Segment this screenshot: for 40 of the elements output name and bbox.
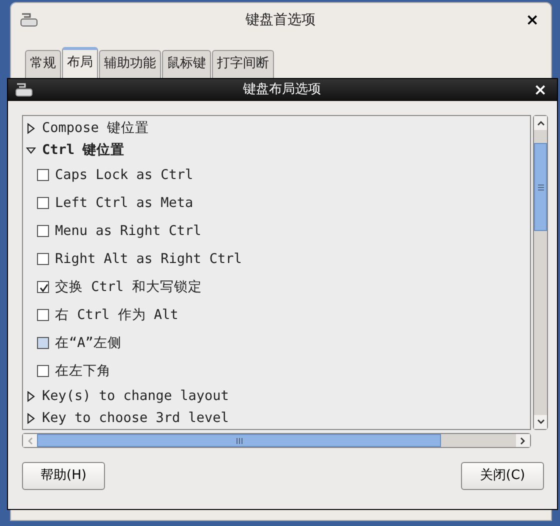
window-title: 键盘首选项 — [244, 10, 316, 30]
collapse-arrow-icon[interactable] — [26, 144, 36, 156]
expand-arrow-icon[interactable] — [26, 412, 36, 424]
checkbox[interactable] — [37, 365, 49, 377]
close-button[interactable]: × — [530, 82, 551, 98]
checkbox[interactable] — [37, 253, 49, 265]
close-button[interactable]: × — [522, 12, 543, 28]
group-label[interactable]: Key to choose 3rd level — [42, 408, 229, 428]
option-label: Left Ctrl as Meta — [55, 194, 194, 213]
horizontal-scrollbar[interactable] — [22, 433, 531, 448]
grip-icon[interactable] — [538, 184, 544, 190]
option-label: Right Alt as Right Ctrl — [55, 250, 242, 269]
close-button[interactable]: 关闭(C) — [461, 462, 544, 490]
group-label[interactable]: Compose 键位置 — [42, 118, 150, 138]
checkbox[interactable] — [37, 337, 49, 349]
dialog-title: 键盘布局选项 — [242, 81, 322, 100]
group-label[interactable]: Ctrl 键位置 — [42, 140, 125, 160]
checkbox[interactable] — [37, 225, 49, 237]
help-button[interactable]: 帮助(H) — [22, 462, 105, 490]
grip-icon[interactable] — [236, 438, 242, 444]
option-label: Menu as Right Ctrl — [55, 222, 202, 241]
keyboard-icon — [14, 82, 34, 98]
vertical-scrollbar[interactable] — [533, 115, 548, 430]
option-label: 在“A”左侧 — [55, 334, 122, 353]
option-label: 右 Ctrl 作为 Alt — [55, 306, 178, 325]
checkbox[interactable] — [37, 197, 49, 209]
checkbox[interactable] — [37, 169, 49, 181]
tab[interactable]: 打字间断 — [212, 50, 274, 78]
expand-arrow-icon[interactable] — [26, 122, 36, 134]
tab[interactable]: 辅助功能 — [99, 50, 161, 78]
tab[interactable]: 常规 — [25, 50, 61, 78]
option-label: 交换 Ctrl 和大写锁定 — [55, 278, 202, 297]
expand-arrow-icon[interactable] — [26, 390, 36, 402]
group-label[interactable]: Key(s) to change layout — [42, 386, 229, 406]
keyboard-icon — [19, 11, 39, 29]
option-label: 在左下角 — [55, 362, 111, 381]
tab[interactable]: 布局 — [62, 47, 98, 78]
tab[interactable]: 鼠标键 — [162, 50, 211, 78]
checkbox[interactable] — [37, 309, 49, 321]
option-label: Caps Lock as Ctrl — [55, 166, 194, 185]
